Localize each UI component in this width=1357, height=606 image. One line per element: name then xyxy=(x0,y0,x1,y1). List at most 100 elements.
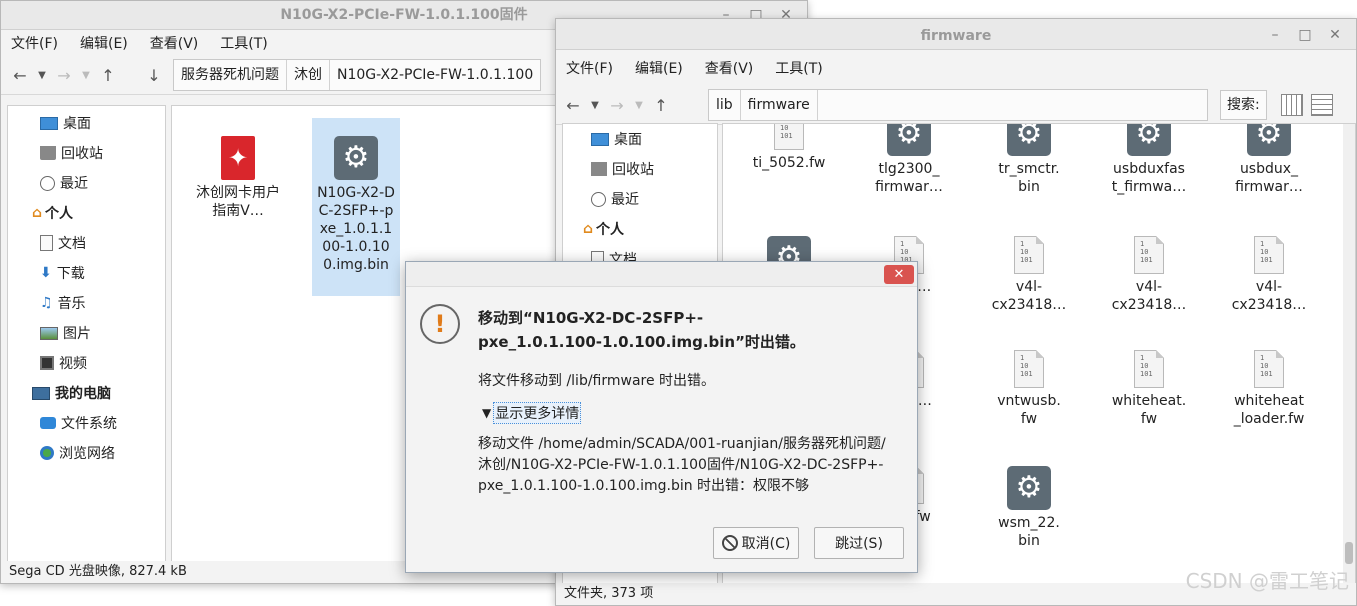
sidebar-item-label: 文档 xyxy=(58,236,86,252)
down-arrow-icon[interactable]: ↓ xyxy=(143,66,165,85)
file-name: wsm_22. bin xyxy=(998,515,1060,549)
forward-dropdown-icon[interactable]: ▼ xyxy=(75,70,97,81)
menu-file[interactable]: 文件(F) xyxy=(566,58,613,78)
sidebar-item-music[interactable]: ♫ 音乐 xyxy=(8,288,165,318)
file-item[interactable]: ⚙ tlg2300_ firmwar… xyxy=(859,124,959,196)
up-arrow-icon[interactable]: ↑ xyxy=(650,96,672,115)
file-item[interactable]: 1 10 101 v4l- cx23418… xyxy=(1099,236,1199,314)
breadcrumb-item[interactable]: lib xyxy=(709,90,741,120)
sidebar-item-label: 桌面 xyxy=(614,132,642,148)
sidebar-item-label: 浏览网络 xyxy=(59,446,115,462)
sidebar-item-recent[interactable]: 最近 xyxy=(8,168,165,198)
binary-icon: 110101 xyxy=(1014,350,1044,388)
file-name: whiteheat. fw xyxy=(1111,393,1187,427)
right-titlebar[interactable]: firmware – □ ✕ xyxy=(556,19,1356,50)
sidebar-item-documents[interactable]: 文档 xyxy=(8,228,165,258)
breadcrumb-empty-area[interactable] xyxy=(818,90,1207,120)
home-icon: ⌂ xyxy=(583,221,594,237)
menu-view[interactable]: 查看(V) xyxy=(150,33,199,53)
menu-tools[interactable]: 工具(T) xyxy=(775,58,822,78)
file-item[interactable]: ⚙ usbdux_ firmwar… xyxy=(1219,124,1319,196)
sidebar-item-label: 最近 xyxy=(60,176,88,192)
scrollbar-thumb[interactable] xyxy=(1345,542,1353,564)
back-arrow-icon[interactable]: ← xyxy=(9,66,31,85)
sidebar-item-videos[interactable]: 视频 xyxy=(8,348,165,378)
file-item[interactable]: 110101 ti_5052.fw xyxy=(739,124,839,172)
file-item[interactable]: 1 10 101 v4l- cx23418… xyxy=(979,236,1079,314)
forward-dropdown-icon[interactable]: ▼ xyxy=(628,100,650,111)
skip-button[interactable]: 跳过(S) xyxy=(814,527,904,559)
scrollbar[interactable] xyxy=(1343,124,1355,584)
back-dropdown-icon[interactable]: ▼ xyxy=(31,70,53,81)
file-name: usbdux_ firmwar… xyxy=(1235,161,1303,195)
details-line: 沐创/N10G-X2-PCIe-FW-1.0.1.100固件/N10G-X2-D… xyxy=(478,457,884,473)
sidebar-item-personal[interactable]: ⌂ 个人 xyxy=(8,198,165,228)
details-toggle[interactable]: ▼ 显示更多详情 xyxy=(482,402,582,424)
file-item[interactable]: 1 10 101 whiteheat _loader.fw xyxy=(1219,350,1319,428)
sidebar-item-recent[interactable]: 最近 xyxy=(563,184,717,214)
file-item[interactable]: ⚙ tr_smctr. bin xyxy=(979,124,1079,196)
gear-icon: ⚙ xyxy=(1127,124,1171,156)
minimize-icon[interactable]: – xyxy=(1260,21,1290,49)
file-name: vntwusb. fw xyxy=(997,393,1061,427)
sidebar-item-label: 回收站 xyxy=(612,162,654,178)
file-item[interactable]: ✦ 沐创网卡用户指南V… xyxy=(188,136,288,220)
right-toolbar: ← ▼ → ▼ ↑ lib firmware 搜索: xyxy=(556,86,1356,125)
network-icon xyxy=(40,446,54,460)
dialog-titlebar[interactable]: ✕ xyxy=(406,262,917,287)
file-name: ti_5052.fw xyxy=(752,155,826,171)
menu-edit[interactable]: 编辑(E) xyxy=(635,58,683,78)
breadcrumb-item[interactable]: firmware xyxy=(741,90,818,120)
breadcrumb-item[interactable]: 沐创 xyxy=(287,60,330,90)
sidebar-item-label: 下载 xyxy=(56,266,85,282)
binary-icon: 110101 xyxy=(1134,236,1164,274)
desktop-icon xyxy=(591,132,609,146)
sidebar-item-label: 音乐 xyxy=(57,296,86,312)
up-arrow-icon[interactable]: ↑ xyxy=(97,66,119,85)
file-item[interactable]: 1 10 101 v4l- cx23418… xyxy=(1219,236,1319,314)
binary-icon: 110101 xyxy=(1254,236,1284,274)
file-item[interactable]: ⚙ usbduxfas t_firmwa… xyxy=(1099,124,1199,196)
dialog-heading-line: 移动到“N10G-X2-DC-2SFP+- xyxy=(478,309,704,327)
sidebar-item-trash[interactable]: 回收站 xyxy=(563,154,717,184)
cancel-button[interactable]: 取消(C) xyxy=(713,527,799,559)
file-name: tlg2300_ firmwar… xyxy=(875,161,943,195)
search-button[interactable]: 搜索: xyxy=(1220,90,1267,120)
sidebar-item-my-computer[interactable]: 我的电脑 xyxy=(8,378,165,408)
sidebar-item-desktop[interactable]: 桌面 xyxy=(563,124,717,154)
close-icon[interactable]: ✕ xyxy=(884,265,914,284)
warning-icon: ! xyxy=(420,304,460,344)
menu-tools[interactable]: 工具(T) xyxy=(220,33,267,53)
file-item[interactable]: 1 10 101 whiteheat. fw xyxy=(1099,350,1199,428)
dialog-details: 移动文件 /home/admin/SCADA/001-ruanjian/服务器死… xyxy=(478,434,910,497)
forward-arrow-icon[interactable]: → xyxy=(53,66,75,85)
list-view-icon[interactable] xyxy=(1310,94,1333,116)
desktop-icon xyxy=(40,116,58,130)
file-item-selected[interactable]: ⚙ N10G-X2-DC-2SFP+-pxe_1.0.1.100-1.0.100… xyxy=(312,118,400,296)
video-icon xyxy=(40,356,54,370)
back-arrow-icon[interactable]: ← xyxy=(562,96,584,115)
document-icon xyxy=(40,235,53,251)
sidebar-item-trash[interactable]: 回收站 xyxy=(8,138,165,168)
sidebar-item-filesystem[interactable]: 文件系统 xyxy=(8,408,165,438)
breadcrumb-item[interactable]: N10G-X2-PCIe-FW-1.0.1.100 xyxy=(330,60,540,90)
breadcrumb-item[interactable]: 服务器死机问题 xyxy=(174,60,287,90)
forward-arrow-icon[interactable]: → xyxy=(606,96,628,115)
pdf-icon: ✦ xyxy=(221,136,255,180)
file-item[interactable]: 1 10 101 vntwusb. fw xyxy=(979,350,1079,428)
menu-edit[interactable]: 编辑(E) xyxy=(80,33,128,53)
file-item[interactable]: ⚙ wsm_22. bin xyxy=(979,466,1079,550)
icon-view-icon[interactable] xyxy=(1280,94,1303,116)
close-icon[interactable]: ✕ xyxy=(1320,21,1350,49)
menu-file[interactable]: 文件(F) xyxy=(11,33,58,53)
sidebar-item-downloads[interactable]: ⬇ 下载 xyxy=(8,258,165,288)
back-dropdown-icon[interactable]: ▼ xyxy=(584,100,606,111)
sidebar-item-network[interactable]: 浏览网络 xyxy=(8,438,165,468)
menu-view[interactable]: 查看(V) xyxy=(705,58,754,78)
sidebar-item-personal[interactable]: ⌂ 个人 xyxy=(563,214,717,244)
maximize-icon[interactable]: □ xyxy=(1290,21,1320,49)
sidebar-item-label: 个人 xyxy=(596,222,625,238)
sidebar-item-pictures[interactable]: 图片 xyxy=(8,318,165,348)
dialog-heading-line: pxe_1.0.1.100-1.0.100.img.bin”时出错。 xyxy=(478,333,805,351)
sidebar-item-desktop[interactable]: 桌面 xyxy=(8,108,165,138)
